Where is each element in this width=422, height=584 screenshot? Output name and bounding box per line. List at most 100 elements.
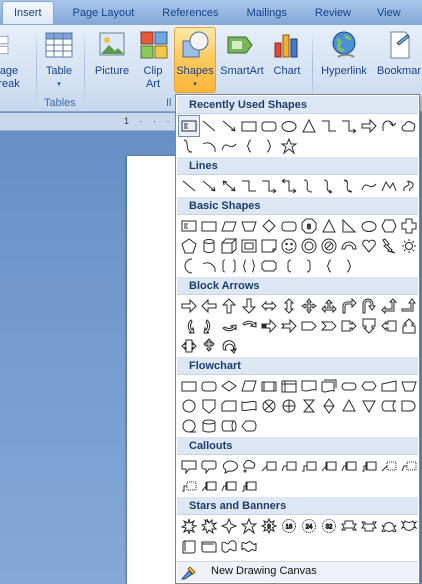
star-shape[interactable]	[279, 136, 299, 156]
rounded-rectangle-shape[interactable]	[259, 116, 279, 136]
clip-art-button[interactable]: Clip Art	[138, 29, 168, 91]
quad-arrow-callout-shape[interactable]	[199, 336, 219, 356]
arrow-shape[interactable]	[199, 176, 219, 196]
line-callout-2-shape[interactable]	[279, 456, 299, 476]
curved-down-arrow-shape[interactable]	[239, 316, 259, 336]
curved-up-arrow-shape[interactable]	[219, 316, 239, 336]
line-callout-2-border-accent-shape[interactable]	[219, 476, 239, 496]
curved-up-ribbon-shape[interactable]	[379, 516, 399, 536]
line-callout-1-shape[interactable]	[259, 456, 279, 476]
5-point-star-shape[interactable]	[239, 516, 259, 536]
notched-right-arrow-shape[interactable]	[279, 316, 299, 336]
rounded-rectangular-callout-shape[interactable]	[199, 456, 219, 476]
left-right-up-arrow-shape[interactable]	[319, 296, 339, 316]
flowchart-internal-storage-shape[interactable]	[279, 376, 299, 396]
isosceles-triangle-shape[interactable]	[319, 216, 339, 236]
curve-shape[interactable]	[219, 136, 239, 156]
triangle-shape[interactable]	[299, 116, 319, 136]
left-up-arrow-shape[interactable]	[379, 296, 399, 316]
flowchart-decision-shape[interactable]	[219, 376, 239, 396]
double-bracket-shape[interactable]	[219, 256, 239, 276]
flowchart-merge-shape[interactable]	[359, 396, 379, 416]
elbow-double-arrow-connector-shape[interactable]	[279, 176, 299, 196]
picture-button[interactable]: Picture	[92, 29, 132, 78]
diamond-shape[interactable]	[259, 216, 279, 236]
horizontal-scroll-shape[interactable]	[199, 536, 219, 556]
up-arrow-callout-shape[interactable]	[399, 316, 419, 336]
left-arrow-callout-shape[interactable]	[379, 316, 399, 336]
sun-shape[interactable]	[399, 236, 419, 256]
lightning-bolt-shape[interactable]	[379, 236, 399, 256]
elbow-connector-shape[interactable]	[239, 176, 259, 196]
arc-shape[interactable]	[199, 136, 219, 156]
flowchart-preparation-shape[interactable]	[359, 376, 379, 396]
4-point-star-shape[interactable]	[219, 516, 239, 536]
rounded-rectangle-shape[interactable]	[279, 216, 299, 236]
flowchart-sequential-access-storage-shape[interactable]	[179, 416, 199, 436]
no-symbol-shape[interactable]	[319, 236, 339, 256]
32-point-star-shape[interactable]: 32	[319, 516, 339, 536]
right-triangle-shape[interactable]	[339, 216, 359, 236]
elbow-connector-shape[interactable]	[319, 116, 339, 136]
line-callout-3-no-border-shape[interactable]	[179, 476, 199, 496]
flowchart-connector-shape[interactable]	[179, 396, 199, 416]
flowchart-magnetic-disk-shape[interactable]	[199, 416, 219, 436]
bevel-shape[interactable]	[239, 236, 259, 256]
line-callout-2-accent-bar-shape[interactable]	[339, 456, 359, 476]
tab-page-layout[interactable]: Page Layout	[62, 2, 146, 24]
curve-shape[interactable]	[359, 176, 379, 196]
down-ribbon-shape[interactable]	[359, 516, 379, 536]
line-callout-1-border-accent-shape[interactable]	[199, 476, 219, 496]
line-callout-3-shape[interactable]	[299, 456, 319, 476]
8-point-star-shape[interactable]: 8	[259, 516, 279, 536]
up-down-arrow-shape[interactable]	[279, 296, 299, 316]
left-right-arrow-callout-shape[interactable]	[179, 336, 199, 356]
flowchart-manual-operation-shape[interactable]	[399, 376, 419, 396]
right-brace-shape[interactable]	[339, 256, 359, 276]
block-arc-shape[interactable]	[339, 236, 359, 256]
flowchart-process-shape[interactable]	[179, 376, 199, 396]
right-bracket-shape[interactable]	[299, 256, 319, 276]
arrow-shape[interactable]	[219, 116, 239, 136]
oval-callout-shape[interactable]	[219, 456, 239, 476]
heart-shape[interactable]	[359, 236, 379, 256]
vertical-scroll-shape[interactable]	[179, 536, 199, 556]
flowchart-manual-input-shape[interactable]	[379, 376, 399, 396]
smartart-button[interactable]: SmartArt	[219, 29, 265, 78]
line-callout-2-no-border-shape[interactable]	[399, 456, 419, 476]
flowchart-collate-shape[interactable]	[299, 396, 319, 416]
flowchart-or-shape[interactable]	[279, 396, 299, 416]
plaque-shape[interactable]	[259, 256, 279, 276]
flowchart-direct-access-storage-shape[interactable]	[219, 416, 239, 436]
left-right-arrow-shape[interactable]	[259, 296, 279, 316]
curved-arrow-shape[interactable]	[379, 116, 399, 136]
rectangle-shape[interactable]	[239, 116, 259, 136]
curve-connector-shape[interactable]	[179, 136, 199, 156]
smiley-face-shape[interactable]	[279, 236, 299, 256]
explosion-2-shape[interactable]	[199, 516, 219, 536]
octagon-shape[interactable]: 8	[299, 216, 319, 236]
right-arrow-shape[interactable]	[359, 116, 379, 136]
moon-shape[interactable]	[179, 256, 199, 276]
flowchart-delay-shape[interactable]	[399, 396, 419, 416]
oval-shape[interactable]	[359, 216, 379, 236]
up-arrow-shape[interactable]	[219, 296, 239, 316]
line-callout-3-accent-bar-shape[interactable]	[359, 456, 379, 476]
curved-connector-shape[interactable]	[299, 176, 319, 196]
double-wave-shape[interactable]	[239, 536, 259, 556]
down-arrow-shape[interactable]	[239, 296, 259, 316]
new-drawing-canvas-button[interactable]: New Drawing Canvas	[177, 561, 418, 582]
circular-arrow-shape[interactable]	[219, 336, 239, 356]
u-turn-arrow-shape[interactable]	[359, 296, 379, 316]
flowchart-extract-shape[interactable]	[339, 396, 359, 416]
curved-down-ribbon-shape[interactable]	[399, 516, 419, 536]
rectangular-callout-shape[interactable]	[179, 456, 199, 476]
bent-up-arrow-shape[interactable]	[399, 296, 419, 316]
line-shape[interactable]	[199, 116, 219, 136]
double-brace-shape[interactable]	[239, 256, 259, 276]
line-callout-3-border-accent-shape[interactable]	[239, 476, 259, 496]
elbow-arrow-connector-shape[interactable]	[339, 116, 359, 136]
freeform-shape[interactable]	[379, 176, 399, 196]
line-shape[interactable]	[179, 176, 199, 196]
hexagon-shape[interactable]	[379, 216, 399, 236]
